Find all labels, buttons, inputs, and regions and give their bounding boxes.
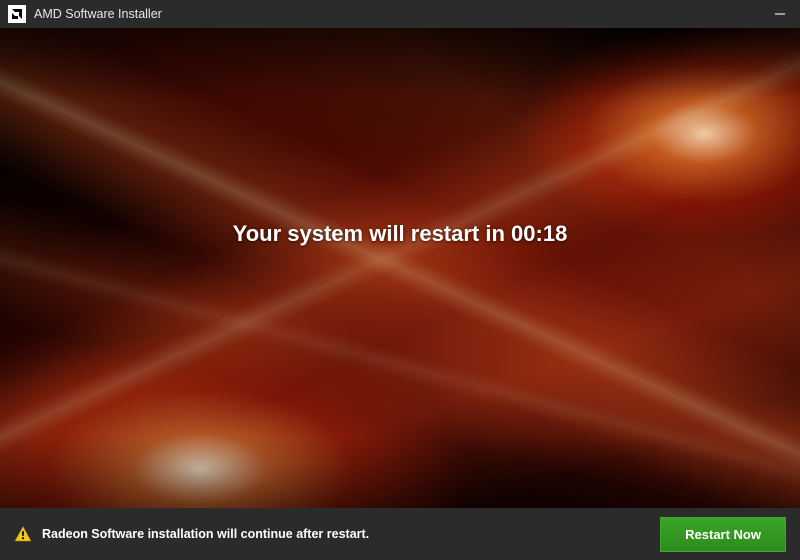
main-content: Your system will restart in 00:18: [0, 28, 800, 508]
restart-now-button[interactable]: Restart Now: [660, 517, 786, 552]
warning-icon: [14, 525, 32, 543]
restart-countdown-message: Your system will restart in 00:18: [233, 221, 568, 247]
amd-logo-icon: [8, 5, 26, 23]
minimize-button[interactable]: [768, 0, 792, 28]
restart-prefix-text: Your system will restart in: [233, 221, 511, 246]
background-art: [0, 28, 800, 508]
status-message: Radeon Software installation will contin…: [42, 527, 660, 541]
window-title: AMD Software Installer: [34, 7, 768, 21]
titlebar: AMD Software Installer: [0, 0, 800, 28]
footer-bar: Radeon Software installation will contin…: [0, 508, 800, 560]
minimize-icon: [774, 8, 786, 20]
countdown-timer: 00:18: [511, 221, 567, 246]
